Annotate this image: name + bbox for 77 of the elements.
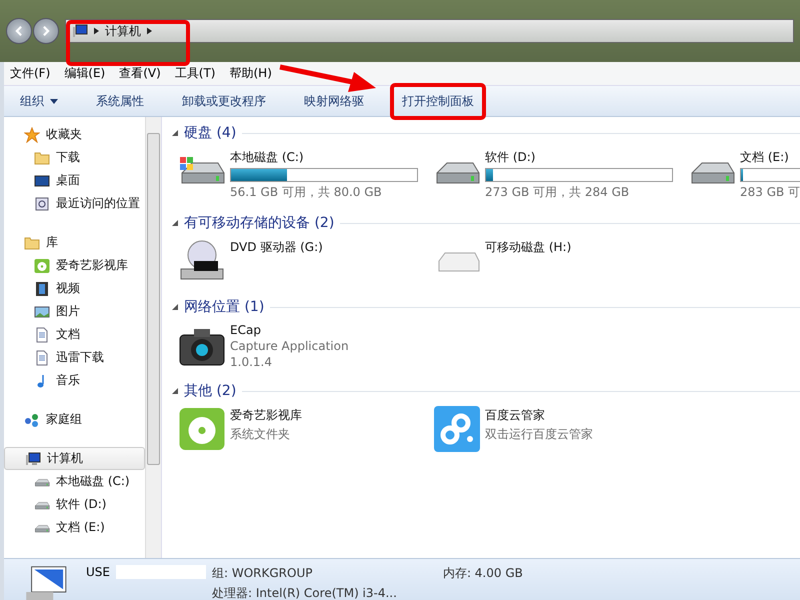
memory-text: 内存: 4.00 GB (442, 565, 523, 582)
network-icon (24, 412, 40, 428)
group-header[interactable]: 有可移动存储的设备 (2) (184, 214, 334, 232)
collapse-icon (172, 220, 178, 226)
picture-icon (34, 304, 50, 320)
processor-text: 处理器: Intel(R) Core(TM) i3-4... (212, 585, 397, 600)
computer-icon (25, 450, 41, 466)
sidebar-item[interactable]: 软件 (D:) (4, 493, 145, 516)
menu-item[interactable]: 帮助(H) (230, 65, 272, 82)
computer-icon (24, 565, 68, 600)
toolbar-button[interactable]: 组织 (12, 86, 66, 116)
sidebar-item[interactable]: 家庭组 (4, 408, 145, 431)
item-detail: Capture Application (230, 339, 349, 353)
menu-item[interactable]: 编辑(E) (64, 65, 106, 82)
collapse-icon (172, 130, 178, 136)
monitor-icon (34, 172, 50, 188)
menu-item[interactable]: 查看(V) (119, 65, 161, 82)
sidebar-item[interactable]: 桌面 (4, 169, 145, 192)
toolbar-button[interactable]: 卸载或更改程序 (174, 86, 274, 116)
capacity-text: 273 GB 可用，共 284 GB (485, 184, 630, 201)
sidebar-item[interactable]: 收藏夹 (4, 123, 145, 146)
group-header[interactable]: 其他 (2) (184, 382, 236, 400)
sidebar-item[interactable]: 最近访问的位置 (4, 192, 145, 215)
caret-icon (50, 98, 58, 104)
toolbar-button[interactable]: 打开控制面板 (394, 86, 482, 116)
item-name[interactable]: 本地磁盘 (C:) (230, 149, 304, 166)
clock-icon (34, 196, 50, 212)
collapse-icon (172, 388, 178, 394)
film-reel-icon (34, 258, 50, 274)
item-name[interactable]: ECap (230, 323, 261, 337)
sidebar-item[interactable]: 爱奇艺影视库 (4, 254, 145, 277)
item-name[interactable]: 可移动磁盘 (H:) (485, 239, 572, 256)
folder-icon (34, 150, 50, 166)
forward-button[interactable] (33, 18, 59, 44)
item-detail: 双击运行百度云管家 (485, 426, 593, 443)
sidebar-item[interactable]: 视频 (4, 277, 145, 300)
chevron-icon (94, 27, 99, 35)
sidebar-item[interactable]: 迅雷下载 (4, 346, 145, 369)
toolbar-button[interactable]: 系统属性 (88, 86, 152, 116)
group-header[interactable]: 硬盘 (4) (184, 124, 236, 142)
chevron-icon (147, 27, 152, 35)
sidebar-item[interactable]: 文档 (4, 323, 145, 346)
item-detail: 1.0.1.4 (230, 355, 272, 369)
film-strip-icon (34, 280, 50, 296)
sidebar-item[interactable]: 计算机 (4, 447, 145, 470)
scrollbar[interactable] (145, 117, 161, 558)
item-name[interactable]: 百度云管家 (485, 407, 545, 424)
star-icon (24, 126, 40, 142)
item-name[interactable]: 软件 (D:) (485, 149, 536, 166)
breadcrumb[interactable]: 计算机 (105, 22, 141, 40)
item-detail: 系统文件夹 (230, 426, 290, 443)
item-name[interactable]: DVD 驱动器 (G:) (230, 239, 323, 256)
menu-item[interactable]: 工具(T) (174, 65, 216, 82)
sidebar-item[interactable]: 文档 (E:) (4, 516, 145, 539)
capacity-text: 283 GB 可 (740, 184, 800, 201)
address-bar[interactable]: 计算机 (65, 19, 794, 43)
toolbar-button[interactable]: 映射网络驱 (296, 86, 372, 116)
collapse-icon (172, 304, 178, 310)
sidebar-item[interactable]: 下载 (4, 146, 145, 169)
item-name[interactable]: 文档 (E:) (740, 149, 789, 166)
sidebar-item[interactable]: 库 (4, 231, 145, 254)
item-name[interactable]: 爱奇艺影视库 (230, 407, 302, 424)
sidebar-item[interactable]: 本地磁盘 (C:) (4, 470, 145, 493)
group-header[interactable]: 网络位置 (1) (184, 298, 264, 316)
document-icon (34, 326, 50, 342)
capacity-text: 56.1 GB 可用，共 80.0 GB (230, 184, 382, 201)
document-icon (34, 350, 50, 366)
film-reel-icon (178, 405, 226, 453)
back-button[interactable] (6, 18, 32, 44)
sidebar-item[interactable]: 音乐 (4, 369, 145, 392)
cloud-icon (433, 405, 481, 453)
computer-name: USE (86, 565, 110, 579)
computer-icon (72, 23, 88, 39)
menu-item[interactable]: 文件(F) (10, 65, 50, 82)
folder-icon (24, 234, 40, 250)
sidebar-item[interactable]: 图片 (4, 300, 145, 323)
workgroup-text: 组: WORKGROUP (212, 565, 314, 582)
